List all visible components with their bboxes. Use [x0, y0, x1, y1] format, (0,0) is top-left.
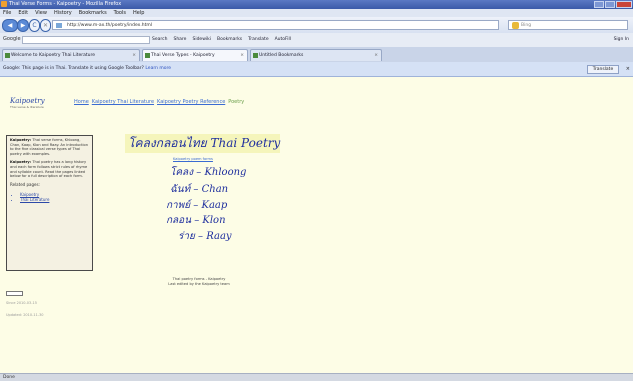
tab-favicon	[253, 53, 258, 58]
translate-notification-bar: Google: This page is in Thai. Translate …	[0, 62, 633, 77]
tab-thai-verse[interactable]: Thai Verse Types - Kaipoetry ×	[142, 49, 248, 61]
page-content: Kaipoetry Thai verse & literature Home K…	[0, 77, 633, 373]
site-logo-text: Kaipoetry	[10, 97, 45, 105]
google-autofill-button[interactable]: AutoFill	[275, 36, 291, 44]
tab-untitled[interactable]: Untitled Bookmarks ×	[250, 49, 382, 61]
info-paragraph-2: Kaipoetry: Thai poetry has a long histor…	[10, 160, 89, 178]
tab-favicon	[145, 53, 150, 58]
breadcrumb: Home Kaipoetry Thai Literature Kaipoetry…	[74, 99, 244, 105]
close-window-button[interactable]	[616, 1, 632, 8]
info-heading-2: Kaipoetry:	[10, 160, 32, 165]
verse-form-thai: ร่าย	[178, 231, 195, 242]
verse-form-roman: Klon	[202, 215, 226, 226]
verse-form-khloong[interactable]: โคลง – Khloong	[170, 165, 246, 180]
navigation-toolbar: ◀ ▶ C ✕ http://www.m-ax.th/poetry/index.…	[0, 17, 633, 34]
page-subtitle-link[interactable]: Kaipoetry poem forms	[173, 157, 213, 161]
since-date: Since 2010-03-15	[6, 301, 37, 305]
related-heading: Related pages:	[10, 181, 40, 187]
verse-form-thai: กลอน	[166, 215, 192, 226]
verse-form-chan[interactable]: ฉันท์ – Chan	[170, 182, 228, 197]
close-tab-icon[interactable]: ×	[374, 50, 378, 61]
left-info-panel: Kaipoetry: Thai verse forms, Khloong, Ch…	[6, 135, 93, 271]
forward-button[interactable]: ▶	[17, 19, 29, 32]
search-box[interactable]: Bing	[508, 20, 628, 30]
search-engine-icon[interactable]	[512, 22, 519, 29]
verse-form-thai: กาพย์	[166, 200, 191, 211]
verse-form-roman: Chan	[201, 184, 229, 195]
info-paragraph-1: Kaipoetry: Thai verse forms, Khloong, Ch…	[10, 138, 89, 156]
google-share-button[interactable]: Share	[173, 36, 186, 44]
translate-message: Google: This page is in Thai. Translate …	[3, 66, 171, 71]
google-toolbar-items: Search Share Sidewiki Bookmarks Translat…	[152, 36, 291, 44]
verse-form-thai: โคลง	[170, 167, 194, 178]
menu-bookmarks[interactable]: Bookmarks	[79, 9, 107, 17]
google-search-input[interactable]	[22, 36, 150, 44]
menu-file[interactable]: File	[3, 9, 11, 17]
back-button[interactable]: ◀	[2, 19, 18, 32]
reload-button[interactable]: C	[29, 19, 40, 32]
menu-history[interactable]: History	[54, 9, 72, 17]
google-bookmarks-button[interactable]: Bookmarks	[217, 36, 242, 44]
verse-form-kaap[interactable]: กาพย์ – Kaap	[166, 198, 227, 213]
verse-form-roman: Khloong	[204, 167, 247, 178]
footer-line-2: Last edited by the Kaipoetry team	[168, 282, 230, 286]
translate-message-text: Google: This page is in Thai. Translate …	[3, 66, 144, 71]
url-text: http://www.m-ax.th/poetry/index.html	[67, 23, 152, 28]
tab-welcome[interactable]: Welcome to Kaipoetry Thai Literature ×	[2, 49, 140, 61]
url-bar[interactable]: http://www.m-ax.th/poetry/index.html	[52, 20, 499, 30]
search-placeholder: Bing	[521, 23, 532, 28]
hit-counter	[6, 291, 23, 296]
page-title: โคลงกลอนไทย Thai Poetry	[125, 134, 280, 153]
tab-bar: Welcome to Kaipoetry Thai Literature × T…	[0, 47, 633, 63]
site-logo-tagline: Thai verse & literature	[10, 105, 44, 109]
menu-tools[interactable]: Tools	[114, 9, 126, 17]
site-logo[interactable]: Kaipoetry Thai verse & literature	[10, 97, 62, 109]
tab-favicon	[5, 53, 10, 58]
learn-more-link[interactable]: Learn more	[145, 66, 171, 71]
menu-bar: File Edit View History Bookmarks Tools H…	[0, 9, 633, 17]
google-sidewiki-button[interactable]: Sidewiki	[192, 36, 211, 44]
tab-label: Untitled Bookmarks	[259, 53, 304, 58]
breadcrumb-current: Poetry	[228, 99, 245, 105]
maximize-button[interactable]	[605, 1, 615, 8]
updated-date: Updated: 2010-11-30	[6, 313, 44, 317]
stop-button[interactable]: ✕	[40, 19, 51, 32]
google-toolbar-logo: Google	[3, 36, 21, 42]
menu-view[interactable]: View	[35, 9, 47, 17]
minimize-button[interactable]	[594, 1, 604, 8]
close-translate-bar-icon[interactable]: ×	[626, 65, 630, 74]
breadcrumb-reference[interactable]: Kaipoetry Poetry Reference	[157, 99, 225, 105]
tab-label: Thai Verse Types - Kaipoetry	[151, 53, 215, 58]
page-footer: Thai poetry forms - Kaipoetry Last edite…	[158, 277, 240, 287]
verse-form-raay[interactable]: ร่าย – Raay	[178, 229, 232, 244]
site-favicon	[56, 23, 62, 28]
menu-help[interactable]: Help	[133, 9, 144, 17]
related-links: Kaipoetry Thai Literature	[10, 192, 89, 202]
breadcrumb-home[interactable]: Home	[74, 99, 89, 105]
window-title: Thai Verse Forms - Kaipoetry - Mozilla F…	[9, 1, 122, 7]
menu-edit[interactable]: Edit	[18, 9, 28, 17]
window-controls	[594, 1, 632, 8]
google-toolbar: Google Search Share Sidewiki Bookmarks T…	[0, 33, 633, 48]
close-tab-icon[interactable]: ×	[132, 50, 136, 61]
related-link-thai-literature[interactable]: Thai Literature	[20, 197, 89, 202]
window-titlebar: Thai Verse Forms - Kaipoetry - Mozilla F…	[0, 0, 633, 9]
google-search-button[interactable]: Search	[152, 36, 167, 44]
verse-form-roman: Kaap	[201, 200, 228, 211]
translate-button[interactable]: Translate	[587, 65, 619, 74]
tab-label: Welcome to Kaipoetry Thai Literature	[11, 53, 96, 58]
verse-form-roman: Raay	[206, 231, 232, 242]
close-tab-icon[interactable]: ×	[240, 50, 244, 61]
info-heading-1: Kaipoetry:	[10, 138, 32, 142]
verse-form-thai: ฉันท์	[170, 184, 191, 195]
google-translate-button[interactable]: Translate	[248, 36, 268, 44]
breadcrumb-literature[interactable]: Kaipoetry Thai Literature	[92, 99, 154, 105]
verse-form-klon[interactable]: กลอน – Klon	[166, 213, 226, 228]
sign-in-link[interactable]: Sign In	[614, 36, 629, 44]
firefox-icon	[1, 1, 7, 7]
